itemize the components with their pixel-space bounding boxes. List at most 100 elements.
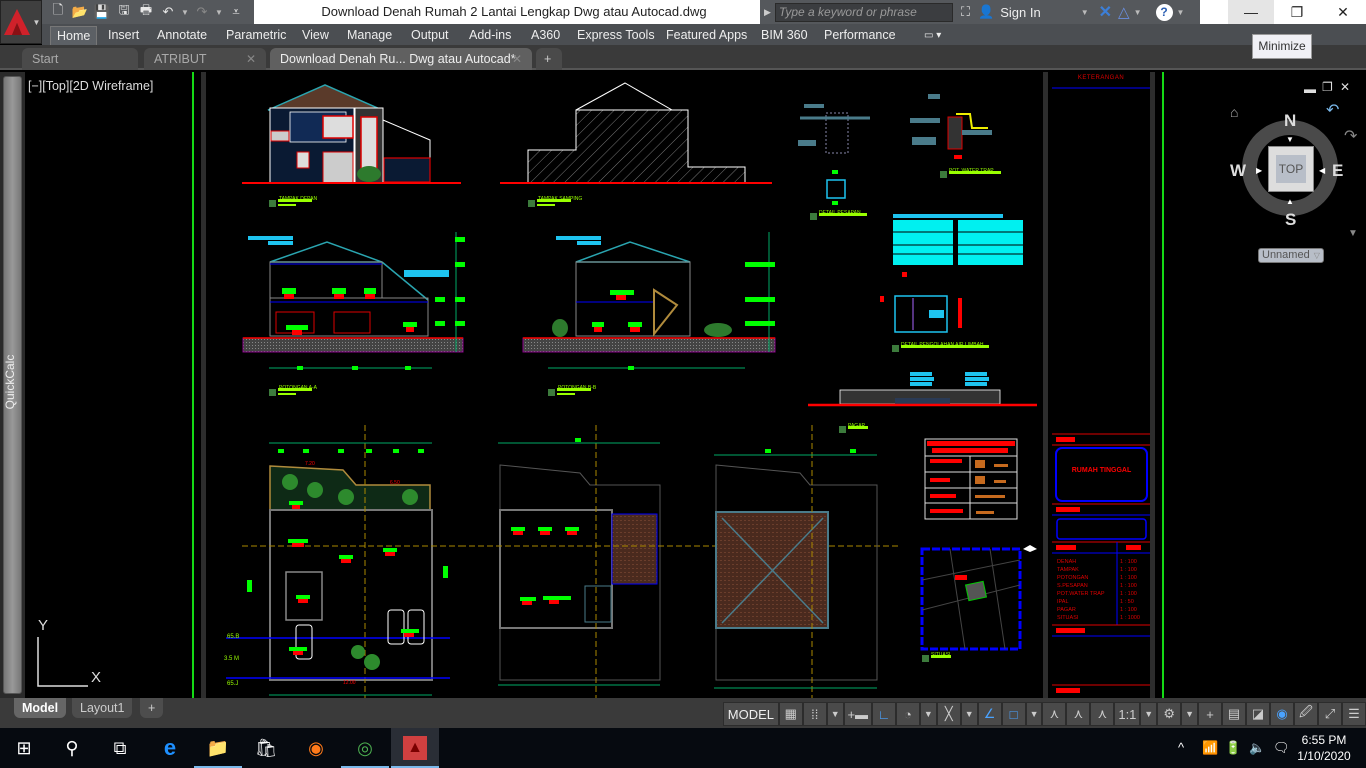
osnap-dropdown-icon[interactable]: ▼	[1025, 702, 1043, 726]
scale-row: S.PESAPAN 1 : 100	[1057, 582, 1157, 590]
ucs-x-label: X	[91, 669, 102, 686]
layout-tab-layout1[interactable]: Layout1	[72, 698, 133, 718]
caption-front-elevation: TAMPAK DEPAN	[279, 196, 318, 202]
compass-east[interactable]: E	[1332, 161, 1343, 181]
scale-dropdown-icon[interactable]: ▼	[1140, 702, 1158, 726]
compass-west[interactable]: W	[1230, 161, 1246, 181]
wifi-icon[interactable]: 📶	[1202, 740, 1218, 756]
detail-pesapan	[798, 104, 870, 220]
side-elevation	[500, 82, 772, 207]
scale-value: 1 : 100	[1120, 607, 1137, 613]
clock-time: 6:55 PM	[1301, 733, 1347, 747]
rotate-ccw-icon[interactable]: ↶	[1326, 100, 1339, 120]
clean-screen-icon[interactable]: ⤢	[1317, 702, 1342, 726]
caption-foundation: DETAIL PESAPAN	[819, 210, 861, 216]
scale-value: 1 : 100	[1120, 559, 1137, 565]
ucs-dropdown-label: Unnamed	[1262, 249, 1310, 261]
section-a-a	[242, 232, 465, 396]
isolate-icon[interactable]: ◉	[1269, 702, 1294, 726]
workspace-gear-icon[interactable]: ⚙	[1157, 702, 1182, 726]
home-icon[interactable]: ⌂	[1230, 104, 1238, 120]
scale-item: DENAH	[1057, 559, 1077, 565]
viewport-close-icon[interactable]: ✕	[1340, 80, 1350, 94]
notes-block	[893, 214, 1023, 265]
task-view-icon[interactable]: ⧉	[96, 728, 144, 768]
ucs-y-label: Y	[38, 617, 49, 634]
customize-icon[interactable]: ☰	[1341, 702, 1366, 726]
detail-water-trap	[910, 94, 1001, 178]
isodraft-icon[interactable]: ╳	[936, 702, 961, 726]
firefox-icon[interactable]: ◉	[292, 728, 340, 768]
store-icon[interactable]: 🛍	[242, 728, 290, 768]
scale-value: 1 : 100	[1120, 567, 1137, 573]
polar-dropdown-icon[interactable]: ▼	[919, 702, 937, 726]
rotate-cw-icon[interactable]: ↷	[1344, 126, 1357, 146]
model-space-button[interactable]: MODEL	[723, 702, 779, 726]
scale-item: TAMPAK	[1057, 567, 1079, 573]
ucs-dropdown[interactable]: Unnamed ▽	[1258, 248, 1324, 263]
arrow-left-icon[interactable]: ▶	[1256, 166, 1262, 175]
grid-icon[interactable]: ▦	[778, 702, 803, 726]
snap-icon[interactable]: ⁞⁞	[802, 702, 827, 726]
edge-icon[interactable]: e	[146, 728, 194, 768]
arrow-right-icon[interactable]: ◀	[1319, 166, 1325, 175]
scale-table: DENAH 1 : 100 TAMPAK 1 : 100 POTONGAN 1 : 1…	[1057, 558, 1157, 622]
caption-fence: PAGAR	[848, 423, 866, 429]
viewcube[interactable]: ▬ ❐ ✕ ⌂ ↶ ↷ TOP N S E W ▼ ▲ ▶ ◀ ▼ Unname…	[1228, 80, 1358, 270]
compass-north[interactable]: N	[1284, 111, 1296, 131]
ucs-icon	[37, 637, 88, 687]
scale-value: 1 : 50	[1120, 599, 1134, 605]
add-layout-button[interactable]: +	[140, 698, 164, 718]
isodraft-dropdown-icon[interactable]: ▼	[960, 702, 978, 726]
viewport-restore-icon[interactable]: ❐	[1322, 80, 1333, 94]
start-icon[interactable]: ⊞	[0, 728, 48, 768]
autocad-icon[interactable]: ▲	[391, 728, 439, 768]
chevron-down-icon: ▽	[1313, 251, 1320, 260]
scale-item: POTONGAN	[1057, 575, 1089, 581]
snap-dropdown-icon[interactable]: ▼	[826, 702, 844, 726]
scale-row: PAGAR 1 : 100	[1057, 606, 1157, 614]
battery-icon[interactable]: 🔋	[1225, 740, 1241, 756]
viewport-minimize-icon[interactable]: ▬	[1304, 82, 1316, 96]
annotation-visibility-icon[interactable]: ⋏	[1042, 702, 1067, 726]
viewcube-face[interactable]: TOP	[1268, 146, 1314, 192]
cad-drawing	[37, 82, 1150, 698]
osnap-track-icon[interactable]: ∠	[977, 702, 1002, 726]
scale-item: IPAL	[1057, 599, 1069, 605]
layout-tab-model[interactable]: Model	[14, 698, 67, 718]
chrome-icon[interactable]: ◎	[341, 728, 389, 768]
system-clock[interactable]: 6:55 PM 1/10/2020	[1294, 732, 1354, 764]
scale-item: PAGAR	[1057, 607, 1076, 613]
hardware-accel-icon[interactable]: 🖉	[1293, 702, 1318, 726]
auto-scale-icon[interactable]: ⋏	[1066, 702, 1091, 726]
annotation-scale-value[interactable]: 1:1	[1114, 702, 1141, 726]
volume-icon[interactable]: 🔈	[1249, 740, 1265, 756]
workspace-dropdown-icon[interactable]: ▼	[1181, 702, 1198, 726]
scale-item: S.PESAPAN	[1057, 583, 1088, 589]
search-icon[interactable]: ⚲	[48, 728, 96, 768]
situation-map	[920, 545, 1037, 662]
legend-table	[924, 438, 1018, 520]
caption-side-elevation: TAMPAK SAMPING	[538, 196, 583, 202]
show-hidden-icons[interactable]: ^	[1178, 740, 1184, 755]
annotation-monitor-icon[interactable]: +	[1197, 702, 1222, 726]
viewcube-menu-icon[interactable]: ▼	[1348, 228, 1358, 239]
ground-floor-plan	[226, 425, 460, 698]
polar-icon[interactable]: ◔	[895, 702, 920, 726]
compass-south[interactable]: S	[1285, 210, 1296, 230]
caption-situation: SITUASI	[931, 652, 951, 658]
scale-value: 1 : 100	[1120, 591, 1137, 597]
units-icon[interactable]: ▤	[1221, 702, 1246, 726]
dynamic-input-icon[interactable]: +▬	[843, 702, 872, 726]
action-center-icon[interactable]: 🗨	[1273, 740, 1290, 756]
level-text: 65.J	[227, 681, 239, 687]
scale-value: 1 : 100	[1120, 583, 1137, 589]
ortho-icon[interactable]: ∟	[871, 702, 896, 726]
osnap-icon[interactable]: □	[1001, 702, 1026, 726]
arrow-up-icon[interactable]: ▼	[1286, 135, 1294, 144]
file-explorer-icon[interactable]: 📁	[194, 728, 242, 768]
annotation-scale-icon[interactable]: ⋏	[1090, 702, 1115, 726]
quick-properties-icon[interactable]: ◪	[1245, 702, 1270, 726]
arrow-down-icon[interactable]: ▲	[1286, 197, 1294, 206]
top-face-label[interactable]: TOP	[1276, 155, 1306, 183]
